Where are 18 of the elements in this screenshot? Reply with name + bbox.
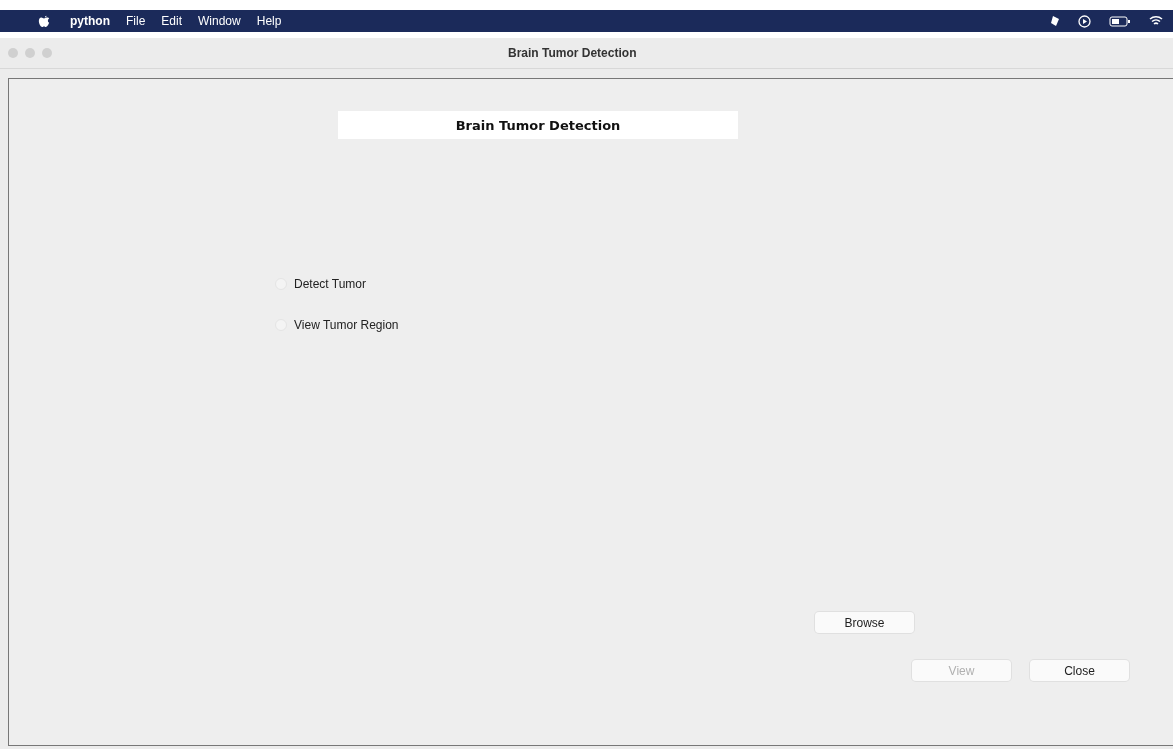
window-title: Brain Tumor Detection — [508, 46, 637, 60]
apple-logo-icon[interactable] — [38, 14, 50, 28]
app-heading: Brain Tumor Detection — [338, 111, 738, 139]
menu-item[interactable]: Help — [256, 14, 282, 28]
radio-label: Detect Tumor — [294, 277, 367, 291]
wifi-icon[interactable] — [1149, 15, 1163, 27]
radio-option[interactable]: Detect Tumor — [275, 277, 367, 291]
dialog-button[interactable]: Close — [1030, 660, 1129, 681]
menu-item[interactable]: Edit — [161, 14, 183, 28]
radio-label: View Tumor Region — [294, 318, 399, 332]
browse-button[interactable]: Browse — [815, 612, 914, 633]
menu-app-name[interactable]: python — [70, 14, 110, 28]
menu-item[interactable]: File — [126, 14, 146, 28]
radio-option[interactable]: View Tumor Region — [275, 318, 399, 332]
menu-item[interactable]: Window — [198, 14, 241, 28]
battery-icon[interactable] — [1109, 15, 1131, 27]
play-icon[interactable] — [1078, 14, 1091, 28]
cursor-icon[interactable] — [1048, 15, 1060, 27]
